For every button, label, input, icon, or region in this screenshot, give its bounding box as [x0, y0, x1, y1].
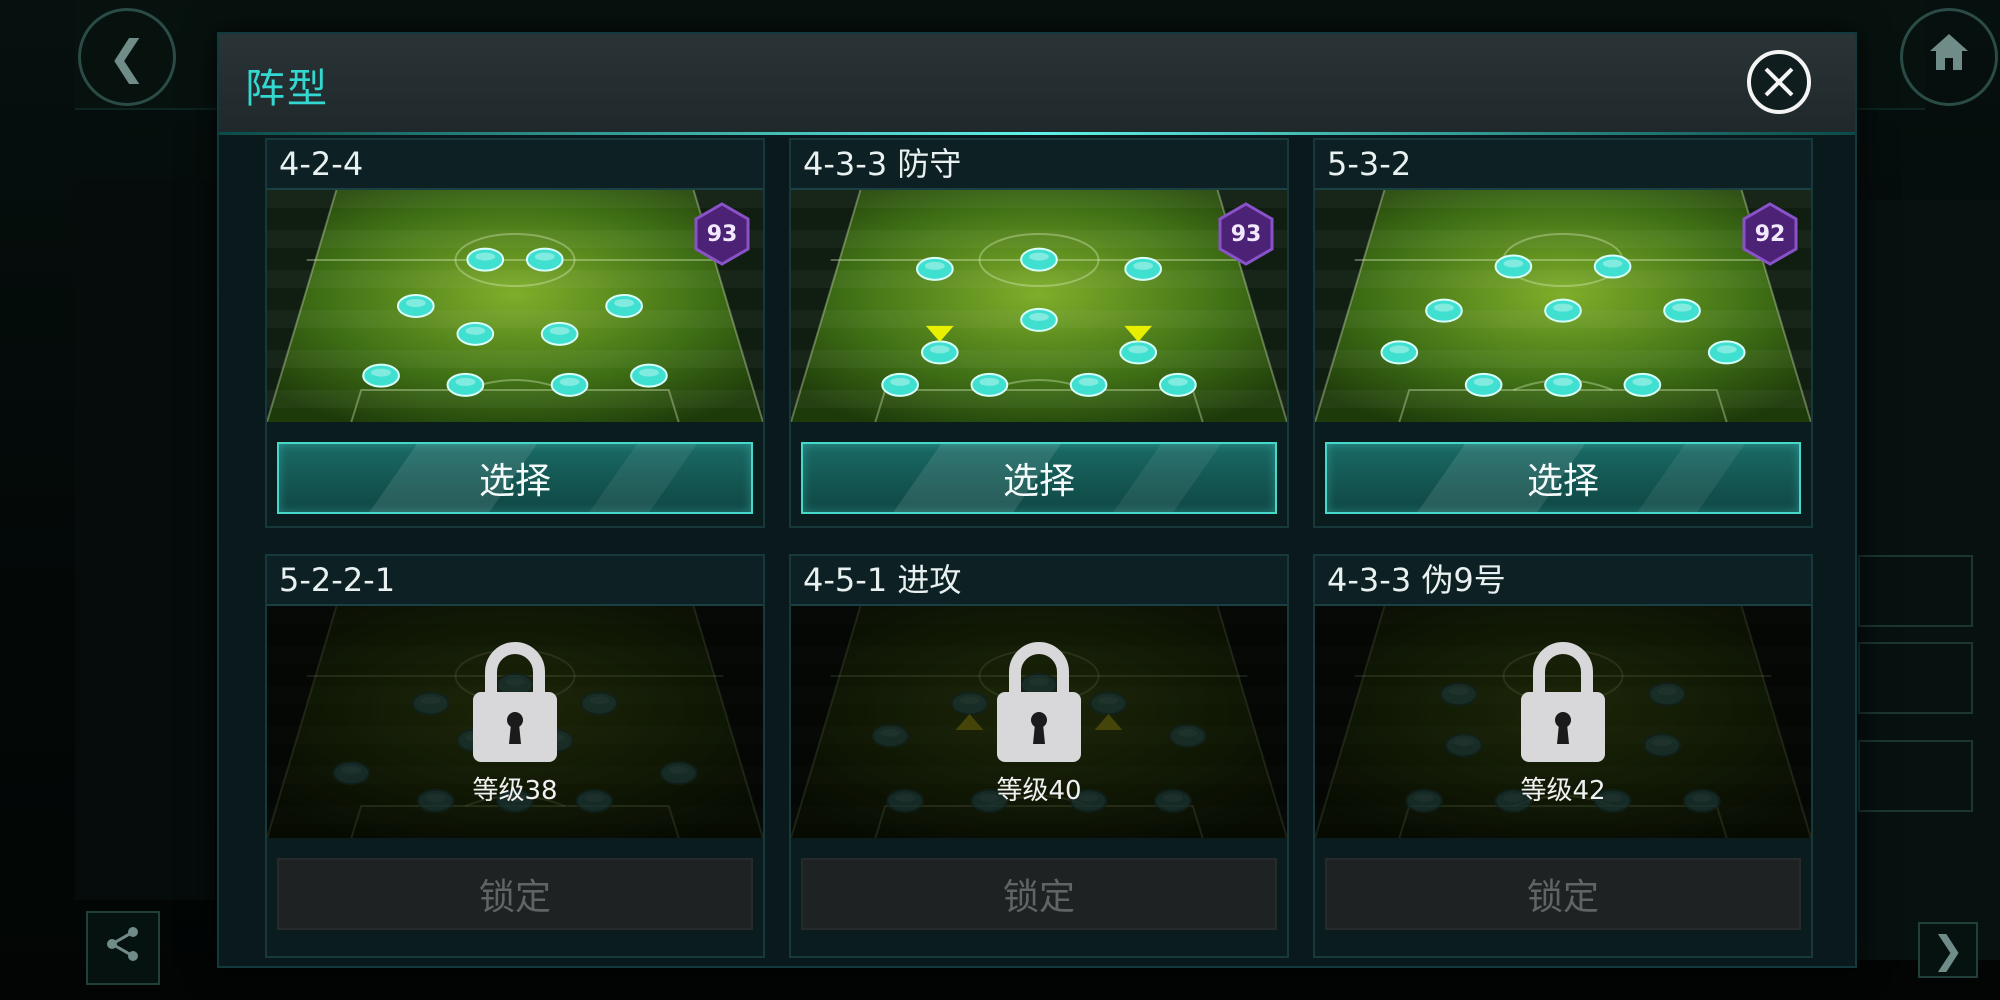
formation-name: 4-3-3 防守 [791, 140, 1287, 190]
rating-badge: 93 [1217, 202, 1275, 266]
player-marker [396, 294, 435, 318]
locked-button: 锁定 [1325, 858, 1801, 930]
chevron-left-icon: ❮ [107, 30, 147, 84]
player-marker [920, 340, 959, 365]
player-marker [456, 321, 495, 346]
player-marker [970, 372, 1009, 397]
formation-card-locked: 4-3-3 伪9号 等级42 锁定 [1313, 554, 1813, 958]
formation-name: 5-2-2-1 [267, 556, 763, 606]
formation-name: 4-3-3 伪9号 [1315, 556, 1811, 606]
player-marker [550, 372, 589, 397]
player-marker [1593, 254, 1632, 279]
player-marker [1544, 298, 1582, 323]
select-button-label: 选择 [478, 461, 551, 502]
player-marker [1707, 340, 1746, 365]
unlock-level-label: 等级38 [472, 775, 558, 806]
locked-button: 锁定 [801, 858, 1277, 930]
rating-value: 93 [1230, 221, 1262, 247]
background-side-box [1858, 642, 1973, 714]
padlock-icon [471, 638, 559, 764]
lock-overlay: 等级38 [267, 606, 763, 838]
player-marker [446, 372, 485, 397]
select-button-label: 选择 [1526, 461, 1599, 502]
player-marker [1020, 247, 1058, 272]
select-button[interactable]: 选择 [801, 442, 1277, 514]
formation-grid: 4-2-4 93 选择 4-3-3 防守 93 选择 5-3-2 92 选择 5… [265, 138, 1813, 958]
player-marker [1494, 254, 1533, 279]
player-marker [362, 363, 400, 388]
locked-button: 锁定 [277, 858, 753, 930]
player-marker [1464, 372, 1503, 397]
select-button[interactable]: 选择 [1325, 442, 1801, 514]
player-marker [1623, 372, 1662, 397]
rating-value: 92 [1754, 221, 1786, 247]
select-button[interactable]: 选择 [277, 442, 753, 514]
formation-pitch [791, 190, 1287, 422]
player-marker [1069, 372, 1108, 397]
background-side-box [1858, 555, 1973, 627]
player-marker [881, 372, 919, 397]
rating-badge: 92 [1741, 202, 1799, 266]
player-marker [1119, 340, 1158, 365]
select-button-label: 选择 [1002, 461, 1075, 502]
rating-value: 93 [706, 221, 738, 247]
close-button[interactable] [1747, 50, 1811, 114]
rating-badge: 93 [693, 202, 751, 266]
background-side-box [1858, 740, 1973, 812]
back-button[interactable]: ❮ [78, 8, 176, 106]
player-marker [1380, 340, 1419, 365]
formation-card: 5-3-2 92 选择 [1313, 138, 1813, 528]
modal-header: 阵型 [219, 34, 1855, 135]
unlock-level-label: 等级42 [1520, 775, 1606, 806]
locked-button-label: 锁定 [478, 877, 551, 918]
unlock-level-label: 等级40 [996, 775, 1082, 806]
locked-button-label: 锁定 [1526, 877, 1599, 918]
formation-modal: 阵型 4-2-4 93 选择 4-3-3 防守 93 选择 5-3-2 92 选… [217, 32, 1857, 968]
player-marker [1020, 307, 1058, 332]
player-marker [1159, 372, 1197, 397]
next-button[interactable]: ❯ [1918, 922, 1978, 978]
formation-name: 5-3-2 [1315, 140, 1811, 190]
formation-card: 4-3-3 防守 93 选择 [789, 138, 1289, 528]
share-icon [103, 924, 143, 973]
player-marker [540, 321, 579, 346]
formation-card: 4-2-4 93 选择 [265, 138, 765, 528]
player-marker [915, 256, 954, 281]
formation-name: 4-5-1 进攻 [791, 556, 1287, 606]
player-marker [1124, 256, 1163, 281]
chevron-right-icon: ❯ [1932, 928, 1964, 972]
player-marker [1544, 372, 1582, 397]
formation-pitch [267, 190, 763, 422]
lock-overlay: 等级40 [791, 606, 1287, 838]
padlock-icon [995, 638, 1083, 764]
player-marker [466, 247, 505, 272]
share-button[interactable] [86, 911, 160, 985]
player-marker [1663, 298, 1701, 323]
formation-card-locked: 5-2-2-1 等级38 锁定 [265, 554, 765, 958]
home-button[interactable] [1900, 8, 1998, 106]
formation-pitch [1315, 190, 1811, 422]
modal-title: 阵型 [245, 66, 329, 112]
player-marker [525, 247, 564, 272]
locked-button-label: 锁定 [1002, 877, 1075, 918]
lock-overlay: 等级42 [1315, 606, 1811, 838]
formation-name: 4-2-4 [267, 140, 763, 190]
home-icon [1926, 30, 1972, 84]
formation-card-locked: 4-5-1 进攻 等级40 锁定 [789, 554, 1289, 958]
background-left-panel [75, 180, 215, 900]
player-marker [1425, 298, 1463, 323]
padlock-icon [1519, 638, 1607, 764]
player-marker [630, 363, 668, 388]
close-icon [1764, 67, 1794, 97]
player-marker [605, 294, 643, 318]
